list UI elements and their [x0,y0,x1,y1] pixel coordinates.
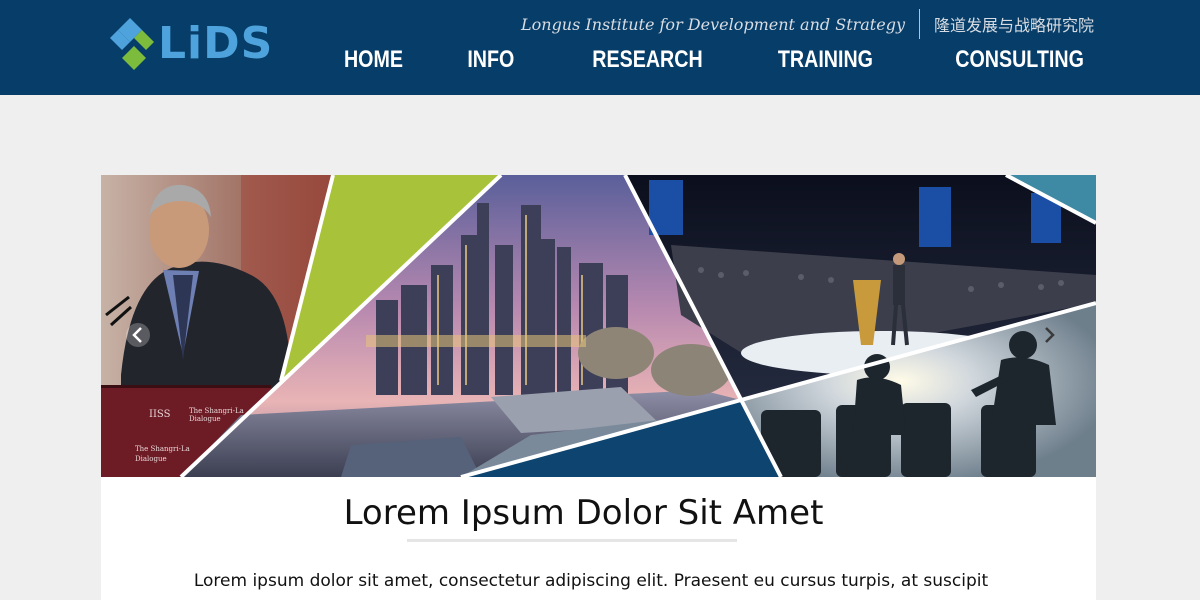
tagline-divider [918,9,920,39]
nav-item-consulting[interactable]: CONSULTING [955,44,1084,76]
chevron-left-icon [126,323,150,347]
article-card: Lorem Ipsum Dolor Sit Amet Lorem ipsum d… [101,477,1096,600]
main-nav: HOME INFO RESEARCH TRAINING CONSULTING [331,44,1084,76]
logo-mark-icon [110,18,154,70]
slider-prev-button[interactable] [125,322,151,348]
headline-divider [407,539,737,542]
nav-item-home[interactable]: HOME [344,44,403,76]
svg-text:Dialogue: Dialogue [189,415,221,423]
logo-wordmark: LiDS [158,18,274,69]
article-body: Lorem ipsum dolor sit amet, consectetur … [193,571,989,591]
hero-slider[interactable]: IISS The Shangri-La Dialogue The Shangri… [101,175,1096,477]
nav-item-training[interactable]: TRAINING [778,44,873,76]
site-header: LiDS Longus Institute for Development an… [0,0,1200,95]
nav-item-info[interactable]: INFO [467,44,514,76]
chevron-right-icon [1045,327,1055,343]
hero-collage-image: IISS The Shangri-La Dialogue The Shangri… [101,175,1096,477]
tagline-chinese: 隆道发展与战略研究院 [933,16,1094,35]
svg-text:Dialogue: Dialogue [135,455,167,463]
site-logo[interactable]: LiDS [108,16,278,72]
svg-text:The Shangri-La: The Shangri-La [189,407,244,415]
institute-tagline: Longus Institute for Development and Str… [521,8,1094,40]
tagline-english: Longus Institute for Development and Str… [521,14,905,34]
nav-item-research[interactable]: RESEARCH [593,44,703,76]
podium-text-iiss: IISS [149,409,171,420]
svg-text:The Shangri-La: The Shangri-La [135,445,190,453]
slider-next-button[interactable] [1036,322,1062,348]
article-headline: Lorem Ipsum Dolor Sit Amet [343,493,824,533]
